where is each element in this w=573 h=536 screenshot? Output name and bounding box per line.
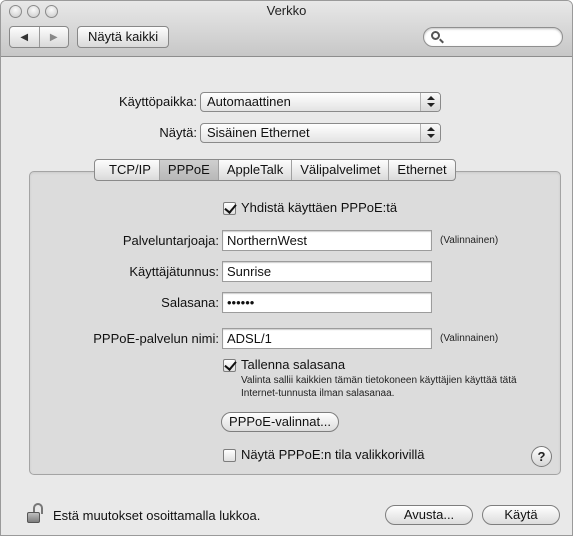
show-value: Sisäinen Ethernet: [207, 125, 310, 140]
tab-tcpip[interactable]: TCP/IP: [95, 160, 159, 180]
provider-optional-note: (Valinnainen): [440, 235, 499, 246]
save-password-label: Tallenna salasana: [241, 357, 346, 372]
provider-field[interactable]: NorthernWest: [222, 230, 432, 251]
show-label: Näytä:: [159, 125, 197, 140]
save-password-note: Valinta sallii kaikkien tämän tietokonee…: [241, 375, 517, 399]
service-name-field[interactable]: ADSL/1: [222, 328, 432, 349]
window-title: Verkko: [266, 3, 307, 18]
help-button[interactable]: ?: [531, 446, 552, 467]
show-menu-status-checkbox[interactable]: [223, 449, 236, 462]
forward-button[interactable]: ▶: [38, 27, 69, 47]
search-icon: [431, 31, 440, 40]
back-button[interactable]: ◀: [10, 27, 39, 47]
show-menu-status-label: Näytä PPPoE:n tila valikkorivillä: [241, 447, 425, 462]
apply-button[interactable]: Käytä: [482, 505, 560, 525]
network-preferences-window: Verkko ◀ ▶ Näytä kaikki Käyttöpaikka: Au…: [0, 0, 573, 536]
connect-pppoe-label: Yhdistä käyttäen PPPoE:tä: [241, 200, 398, 215]
show-popup[interactable]: Sisäinen Ethernet: [200, 123, 441, 143]
service-name-label: PPPoE-palvelun nimi:: [93, 331, 219, 346]
tab-bar: TCP/IP PPPoE AppleTalk Välipalvelimet Et…: [94, 159, 456, 181]
search-field[interactable]: [423, 27, 563, 47]
provider-label: Palveluntarjoaja:: [122, 233, 219, 248]
tab-ethernet[interactable]: Ethernet: [388, 160, 454, 180]
titlebar: Verkko ◀ ▶ Näytä kaikki: [1, 1, 572, 57]
location-value: Automaattinen: [207, 94, 291, 109]
location-label: Käyttöpaikka:: [118, 94, 197, 109]
password-field[interactable]: ••••••: [222, 292, 432, 313]
account-label: Käyttäjätunnus:: [129, 264, 219, 279]
lock-icon[interactable]: [27, 503, 43, 523]
service-name-optional-note: (Valinnainen): [440, 333, 499, 344]
password-label: Salasana:: [161, 295, 219, 310]
popup-arrows-icon: [420, 124, 440, 142]
tab-appletalk[interactable]: AppleTalk: [217, 160, 291, 180]
assist-button[interactable]: Avusta...: [385, 505, 473, 525]
connect-pppoe-checkbox[interactable]: [223, 202, 236, 215]
popup-arrows-icon: [420, 93, 440, 111]
lock-hint-text: Estä muutokset osoittamalla lukkoa.: [53, 508, 261, 523]
account-field[interactable]: Sunrise: [222, 261, 432, 282]
save-password-checkbox[interactable]: [223, 359, 236, 372]
location-popup[interactable]: Automaattinen: [200, 92, 441, 112]
back-forward-control: ◀ ▶: [9, 26, 69, 48]
tab-proxies[interactable]: Välipalvelimet: [291, 160, 388, 180]
tab-pppoe[interactable]: PPPoE: [158, 160, 218, 180]
pppoe-options-button[interactable]: PPPoE-valinnat...: [221, 412, 339, 432]
show-all-button[interactable]: Näytä kaikki: [77, 26, 170, 48]
